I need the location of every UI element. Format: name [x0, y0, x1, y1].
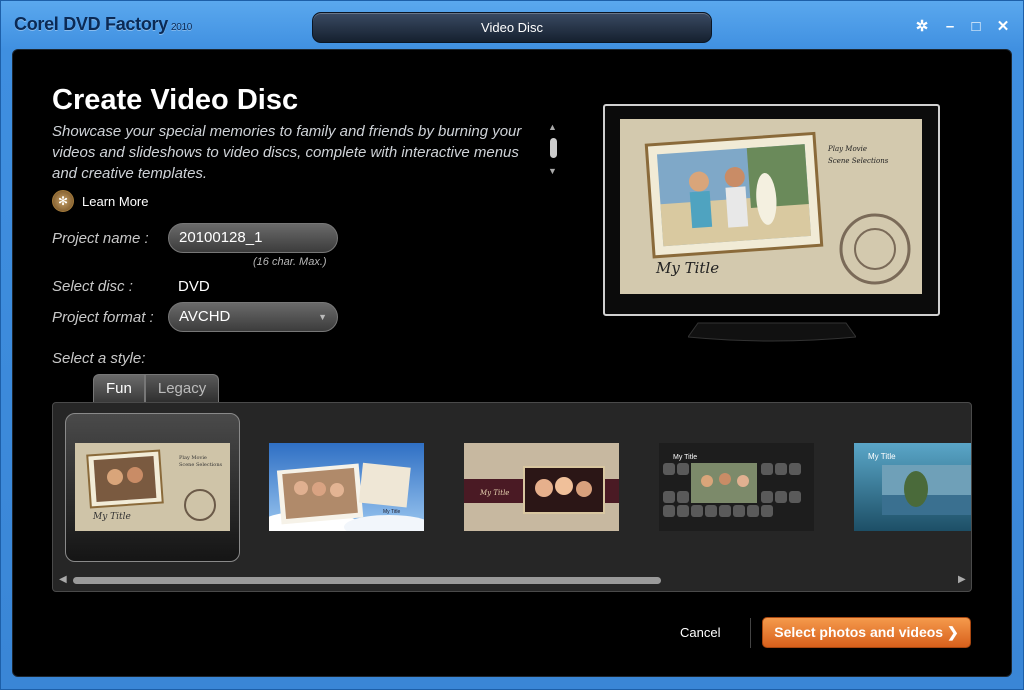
app-title: Corel DVD Factory 2010 — [14, 14, 192, 35]
select-style-label: Select a style: — [52, 350, 146, 367]
scroll-down-arrow-icon[interactable]: ▼ — [548, 166, 557, 176]
cancel-button[interactable]: Cancel — [680, 625, 720, 640]
style-thumbnail-3[interactable]: My Title — [464, 443, 619, 531]
learn-more-link[interactable]: Learn More — [82, 194, 148, 209]
scroll-up-arrow-icon[interactable]: ▲ — [548, 122, 557, 132]
style-thumbnail-4[interactable]: My Title — [659, 443, 814, 531]
tab-fun[interactable]: Fun — [93, 374, 145, 402]
scroll-right-arrow-icon[interactable]: ▶ — [958, 574, 966, 585]
preview-menu-scenes: Scene Selections — [828, 157, 889, 165]
select-disc-value: DVD — [178, 278, 210, 295]
app-version: 2010 — [170, 22, 192, 33]
project-name-label: Project name : — [52, 230, 149, 247]
tv-preview: Play Movie Scene Selections My Title — [603, 104, 940, 316]
svg-text:Scene Selections: Scene Selections — [179, 462, 223, 468]
thumbnail-title: My Title — [383, 509, 400, 515]
gear-icon[interactable]: ✲ — [912, 17, 932, 37]
scroll-left-arrow-icon[interactable]: ◀ — [59, 574, 67, 585]
svg-text:Play Movie: Play Movie — [179, 455, 207, 461]
preview-menu-play: Play Movie — [827, 145, 867, 153]
preview-title: My Title — [655, 259, 719, 277]
page-title: Create Video Disc — [52, 84, 299, 116]
minimize-button[interactable]: – — [940, 17, 960, 37]
app-name: Corel DVD Factory — [14, 14, 168, 34]
select-photos-videos-button[interactable]: Select photos and videos ❯ — [762, 617, 971, 648]
thumbnail-title: My Title — [868, 452, 896, 461]
project-name-hint: (16 char. Max.) — [253, 256, 327, 268]
description-scrollbar[interactable] — [550, 138, 557, 158]
project-format-label: Project format : — [52, 309, 154, 326]
learn-more-icon[interactable]: ✻ — [52, 190, 74, 212]
thumbnail-title: My Title — [479, 489, 509, 497]
project-format-value: AVCHD — [179, 308, 231, 325]
window-title: Video Disc — [312, 12, 712, 43]
thumbnail-title: My Title — [673, 454, 697, 461]
preview-screen: Play Movie Scene Selections My Title — [620, 119, 922, 294]
maximize-button[interactable]: □ — [966, 17, 986, 37]
style-thumbnail-5[interactable]: My Title — [854, 443, 972, 531]
page-description: Showcase your special memories to family… — [52, 123, 522, 179]
project-name-input[interactable]: 20100128_1 — [168, 223, 338, 253]
tv-stand — [688, 322, 856, 342]
style-tabs: Fun Legacy — [93, 374, 220, 402]
style-thumbnail-2[interactable]: My Title — [269, 443, 424, 531]
close-button[interactable]: ✕ — [993, 17, 1013, 37]
style-thumbnail-1[interactable]: Play Movie Scene Selections My Title — [75, 443, 230, 531]
project-format-select[interactable]: AVCHD ▼ — [168, 302, 338, 332]
select-disc-label: Select disc : — [52, 278, 133, 295]
gallery-scrollbar[interactable] — [73, 577, 661, 584]
chevron-down-icon: ▼ — [318, 312, 327, 322]
footer-divider — [750, 618, 751, 648]
tab-legacy[interactable]: Legacy — [144, 374, 220, 402]
thumbnail-title: My Title — [92, 512, 131, 522]
style-gallery: Play Movie Scene Selections My Title My … — [52, 402, 972, 592]
